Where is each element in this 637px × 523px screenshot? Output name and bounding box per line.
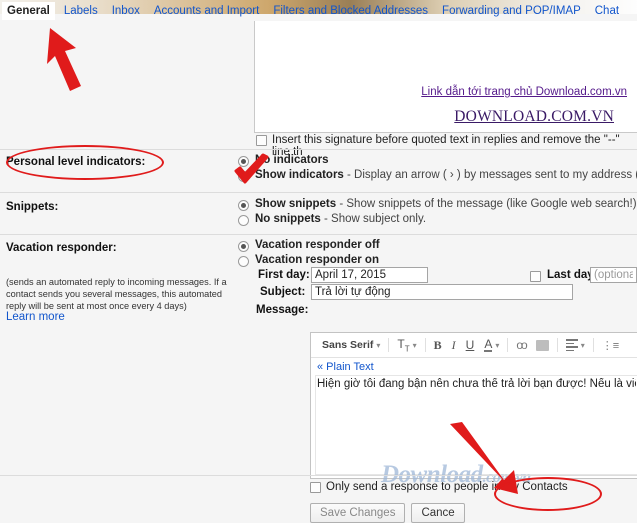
signature-brand-link[interactable]: DOWNLOAD.COM.VN [454,108,614,126]
chevron-down-icon: ▾ [376,341,380,350]
radio-vacation-responder-on[interactable] [238,256,249,267]
option-show-indicators-label: Show indicators [255,169,344,181]
chevron-down-icon: ▾ [413,341,417,350]
divider-after-indicators [0,192,637,193]
settings-panel: Link dẫn tới trang chủ Download.com.vn D… [0,21,637,518]
tab-filters-and-blocked-addresses[interactable]: Filters and Blocked Addresses [273,5,428,17]
message-body-area[interactable] [315,375,637,475]
option-show-indicators-desc: - Display an arrow ( › ) by messages sen… [344,169,637,181]
tab-general[interactable]: General [2,2,55,20]
first-day-input[interactable] [311,267,428,283]
toolbar-divider [557,338,558,352]
only-contacts-label: Only send a response to people in my Con… [326,481,568,493]
editor-toolbar: Sans Serif▾ TT▾ B I U A▾ oo ▾ ⋮≡ [311,333,637,358]
radio-show-snippets[interactable] [238,200,249,211]
signature-editor-box[interactable]: Link dẫn tới trang chủ Download.com.vn D… [254,21,637,133]
chevron-down-icon: ▾ [581,341,585,350]
text-color-button[interactable]: A▾ [479,335,504,355]
message-label: Message: [256,304,308,316]
toolbar-divider [425,338,426,352]
link-icon: oo [516,338,525,352]
option-show-snippets-desc: - Show snippets of the message (like Goo… [336,198,637,210]
tab-inbox[interactable]: Inbox [112,5,140,17]
insert-signature-checkbox[interactable] [256,135,267,146]
font-family-select[interactable]: Sans Serif▾ [317,335,385,355]
text-size-button[interactable]: TT ▾ [392,335,421,355]
image-icon [536,340,549,351]
form-actions: Save Changes Cance [310,503,465,523]
radio-vacation-responder-off[interactable] [238,241,249,252]
save-changes-button[interactable]: Save Changes [310,503,405,523]
option-no-snippets-label: No snippets [255,213,321,225]
plain-text-toggle-link[interactable]: « Plain Text [317,361,374,373]
text-size-icon: TT [397,337,409,353]
personal-level-indicators-options: No indicators Show indicators - Display … [238,154,637,184]
insert-image-button[interactable] [531,335,554,355]
option-vacation-on-label: Vacation responder on [255,254,379,266]
toolbar-divider [388,338,389,352]
option-vacation-off-label: Vacation responder off [255,239,380,251]
vacation-responder-description: (sends an automated reply to incoming me… [6,276,231,312]
more-options-button[interactable]: ⋮≡ [597,335,624,355]
chevron-down-icon: ▾ [495,341,499,350]
bold-icon: B [434,338,442,353]
list-icon: ⋮≡ [602,339,619,352]
last-day-checkbox[interactable] [530,271,541,282]
vacation-responder-learn-more-link[interactable]: Learn more [6,311,65,323]
subject-label: Subject: [260,286,305,298]
personal-level-indicators-label: Personal level indicators: [6,156,145,168]
option-no-snippets[interactable]: No snippets - Show subject only. [238,213,637,226]
option-no-snippets-desc: - Show subject only. [321,213,426,225]
vacation-responder-options: Vacation responder off Vacation responde… [238,239,380,269]
insert-link-button[interactable]: oo [511,335,530,355]
option-vacation-responder-off[interactable]: Vacation responder off [238,239,380,252]
tab-labels[interactable]: Labels [64,5,98,17]
option-show-snippets[interactable]: Show snippets - Show snippets of the mes… [238,198,637,211]
underline-icon: U [466,338,475,352]
option-vacation-responder-on[interactable]: Vacation responder on [238,254,380,267]
underline-button[interactable]: U [461,335,480,355]
snippets-label: Snippets: [6,201,58,213]
toolbar-divider [593,338,594,352]
option-show-snippets-label: Show snippets [255,198,336,210]
radio-no-snippets[interactable] [238,215,249,226]
align-button[interactable]: ▾ [561,335,590,355]
divider-after-snippets [0,234,637,235]
only-contacts-checkbox[interactable] [310,482,321,493]
divider-before-buttons [0,475,637,476]
bold-button[interactable]: B [429,335,447,355]
subject-input[interactable] [311,284,573,300]
tab-accounts-and-import[interactable]: Accounts and Import [154,5,259,17]
option-no-indicators[interactable]: No indicators [238,154,637,167]
tab-chat[interactable]: Chat [595,5,619,17]
italic-icon: I [452,338,456,353]
radio-show-indicators[interactable] [238,171,249,182]
divider-after-signature [0,149,637,150]
message-body-text: Hiện giờ tôi đang bận nên chưa thể trả l… [317,378,636,390]
tab-forwarding-and-pop-imap[interactable]: Forwarding and POP/IMAP [442,5,581,17]
signature-homepage-link[interactable]: Link dẫn tới trang chủ Download.com.vn [421,86,627,98]
vacation-responder-label: Vacation responder: [6,242,117,254]
snippets-options: Show snippets - Show snippets of the mes… [238,198,637,228]
italic-button[interactable]: I [447,335,461,355]
message-rich-text-editor[interactable]: Sans Serif▾ TT▾ B I U A▾ oo ▾ ⋮≡ « Plain… [310,332,637,479]
radio-no-indicators[interactable] [238,156,249,167]
cancel-button[interactable]: Cance [411,503,464,523]
toolbar-divider [507,338,508,352]
settings-tab-bar: General Labels Inbox Accounts and Import… [0,0,637,21]
first-day-label: First day: [258,269,310,281]
last-day-input[interactable] [590,267,637,283]
only-contacts-row[interactable]: Only send a response to people in my Con… [310,481,568,493]
align-left-icon [566,339,578,351]
text-color-icon: A [484,339,492,352]
option-show-indicators[interactable]: Show indicators - Display an arrow ( › )… [238,169,637,182]
option-no-indicators-label: No indicators [255,154,328,166]
